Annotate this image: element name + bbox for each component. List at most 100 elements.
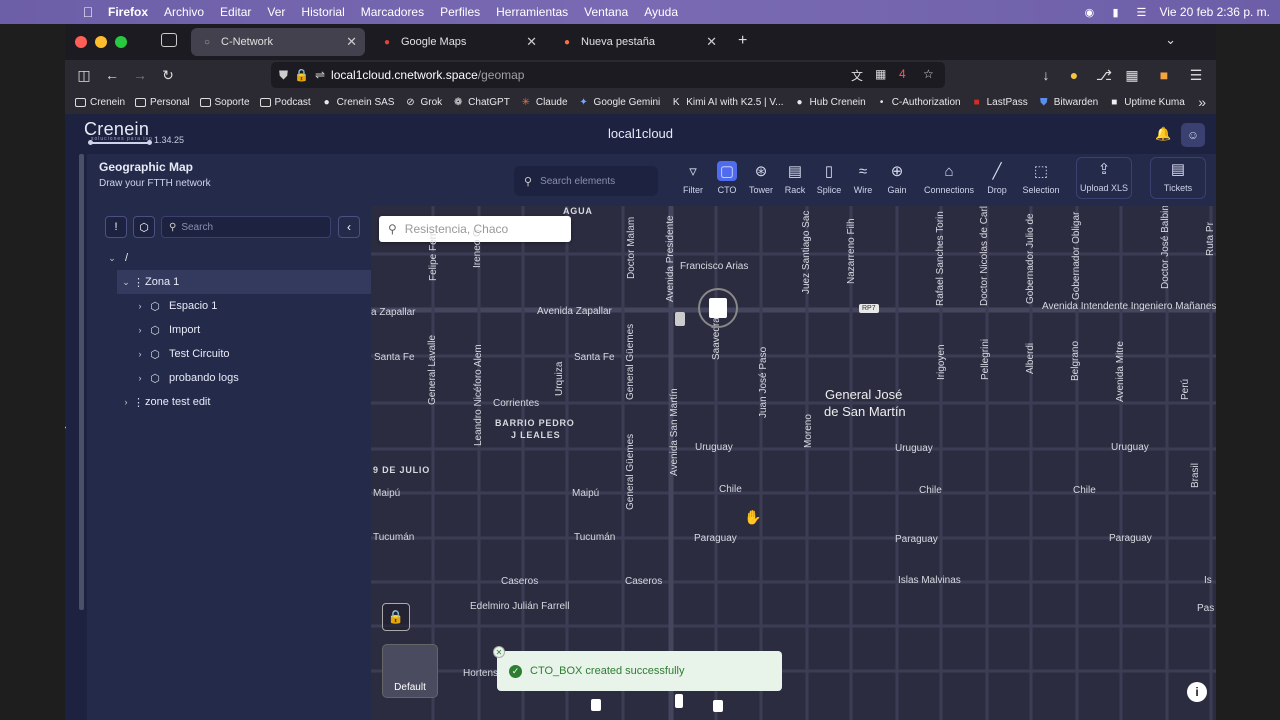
apps-icon[interactable]: ▦ <box>1123 66 1141 84</box>
cto-marker[interactable] <box>591 699 601 711</box>
close-tab-icon[interactable]: ✕ <box>526 34 537 50</box>
tree-search-input[interactable]: ⚲ Search <box>161 216 331 238</box>
menu-icon[interactable]: ☰ <box>1187 66 1205 84</box>
chevron-right-icon[interactable]: › <box>133 373 147 383</box>
menu-historial[interactable]: Historial <box>301 5 344 19</box>
chevron-right-icon[interactable]: › <box>133 349 147 359</box>
reload-icon[interactable]: ↻ <box>159 66 177 84</box>
menu-perfiles[interactable]: Perfiles <box>440 5 480 19</box>
chevron-down-icon[interactable]: ⌄ <box>105 253 119 264</box>
clock[interactable]: Vie 20 feb 2:36 p. m. <box>1159 5 1270 19</box>
addon-icon[interactable]: ■ <box>1155 66 1173 84</box>
lock-map-button[interactable]: 🔒 <box>382 603 410 631</box>
battery-icon[interactable]: ▮ <box>1107 5 1123 19</box>
tab-overview-icon[interactable] <box>161 33 177 47</box>
bookmark-link[interactable]: K Kimi AI with K2.5 | V... <box>670 97 784 108</box>
chevron-down-icon[interactable]: ⌄ <box>119 277 133 288</box>
apple-menu-icon[interactable]:  <box>68 4 108 20</box>
tool-upload-xls[interactable]: ⇪ Upload XLS <box>1076 157 1132 199</box>
translate-icon[interactable]: 文 <box>851 67 863 84</box>
selected-cto-marker[interactable] <box>698 288 738 328</box>
menu-marcadores[interactable]: Marcadores <box>361 5 424 19</box>
notifications-bell-icon[interactable]: 🔔 <box>1155 126 1171 142</box>
map-layer-button[interactable]: Default <box>382 644 438 698</box>
bookmark-link[interactable]: ● Hub Crenein <box>794 97 866 108</box>
info-button[interactable]: ! <box>105 216 127 238</box>
cto-marker[interactable] <box>713 700 723 712</box>
tree-item-zone-test-edit[interactable]: › ⋮ zone test edit <box>99 390 371 414</box>
bookmark-link[interactable]: • C-Authorization <box>876 97 961 108</box>
menu-app-name[interactable]: Firefox <box>108 5 148 19</box>
menu-ver[interactable]: Ver <box>267 5 285 19</box>
menu-ventana[interactable]: Ventana <box>584 5 628 19</box>
tab-google-maps[interactable]: ● Google Maps ✕ <box>371 28 545 56</box>
extension-badge-icon[interactable]: 4 <box>899 67 906 81</box>
tree-item-import[interactable]: › ⬡ Import <box>99 318 371 342</box>
search-elements-input[interactable]: ⚲ Search elements <box>514 166 658 196</box>
expand-rail-icon[interactable]: › <box>65 422 66 433</box>
sidebar-toggle-icon[interactable]: ◫ <box>75 66 93 84</box>
close-window-button[interactable] <box>75 36 87 48</box>
tree-item-probando-logs[interactable]: › ⬡ probando logs <box>99 366 371 390</box>
bookmark-link[interactable]: ■ Uptime Kuma <box>1108 97 1185 108</box>
bookmark-link[interactable]: ✦ Google Gemini <box>578 97 660 108</box>
bookmark-folder[interactable]: Personal <box>135 97 190 108</box>
menu-herramientas[interactable]: Herramientas <box>496 5 568 19</box>
menu-ayuda[interactable]: Ayuda <box>644 5 678 19</box>
control-center-icon[interactable]: ☰ <box>1133 5 1149 19</box>
tool-connections[interactable]: ⌂ Connections <box>920 160 978 196</box>
forward-icon[interactable]: → <box>131 66 149 84</box>
tool-selection[interactable]: ⬚ Selection <box>1018 160 1064 195</box>
zone-button[interactable]: ⬡ <box>133 216 155 238</box>
qr-icon[interactable]: ▦ <box>875 67 886 81</box>
help-icon[interactable]: i <box>1187 682 1207 702</box>
close-tab-icon[interactable]: ✕ <box>706 34 717 50</box>
bookmark-link[interactable]: ⛊ Bitwarden <box>1038 97 1098 108</box>
permissions-icon[interactable]: ⇌ <box>315 68 325 82</box>
list-tabs-icon[interactable]: ⌄ <box>1165 32 1176 48</box>
zoom-window-button[interactable] <box>115 36 127 48</box>
bookmark-link[interactable]: ■ LastPass <box>971 97 1028 108</box>
wifi-icon[interactable]: ◉ <box>1081 5 1097 19</box>
bookmark-folder[interactable]: Crenein <box>75 97 125 108</box>
menu-archivo[interactable]: Archivo <box>164 5 204 19</box>
tree-root[interactable]: ⌄ / <box>99 246 371 270</box>
tab-nueva-pestana[interactable]: ● Nueva pestaña ✕ <box>551 28 725 56</box>
downloads-icon[interactable]: ↓ <box>1037 66 1055 84</box>
lock-icon[interactable]: 🔒 <box>294 68 309 82</box>
bookmark-link[interactable]: ✳ Claude <box>520 97 568 108</box>
shield-icon[interactable]: ⛊ <box>279 68 288 83</box>
collapse-sidebar-button[interactable]: ‹ <box>338 216 360 238</box>
chevron-right-icon[interactable]: › <box>119 397 133 407</box>
cto-marker[interactable] <box>675 312 685 326</box>
tool-tickets[interactable]: ▤ Tickets <box>1150 157 1206 199</box>
map-canvas[interactable]: ⚲ Resistencia, Chaco Francisco Arias Ave… <box>371 206 1216 720</box>
tool-drop[interactable]: ╱ Drop <box>974 160 1020 195</box>
url-bar[interactable]: ⛊ 🔒 ⇌ local1cloud.cnetwork.space/geomap … <box>271 62 945 88</box>
minimize-window-button[interactable] <box>95 36 107 48</box>
bookmark-folder[interactable]: Podcast <box>259 97 311 108</box>
close-tab-icon[interactable]: ✕ <box>346 34 357 50</box>
left-rail-scrollbar[interactable] <box>79 154 84 610</box>
tree-item-zona-1[interactable]: ⌄ ⋮ Zona 1 <box>117 270 371 294</box>
menu-editar[interactable]: Editar <box>220 5 251 19</box>
bookmark-star-icon[interactable]: ☆ <box>923 67 934 81</box>
cto-marker[interactable] <box>675 694 683 708</box>
bookmark-link[interactable]: ❁ ChatGPT <box>452 97 510 108</box>
back-icon[interactable]: ← <box>103 66 121 84</box>
new-tab-icon[interactable]: + <box>738 32 747 50</box>
tree-item-test-circuito[interactable]: › ⬡ Test Circuito <box>99 342 371 366</box>
close-toast-icon[interactable]: ✕ <box>493 646 505 658</box>
tree-item-espacio-1[interactable]: › ⬡ Espacio 1 <box>99 294 371 318</box>
bookmark-link[interactable]: ⊘ Grok <box>404 97 442 108</box>
more-bookmarks-icon[interactable]: » <box>1198 94 1206 110</box>
tool-gain[interactable]: ⊕ Gain <box>874 160 920 195</box>
chevron-right-icon[interactable]: › <box>133 325 147 335</box>
bookmark-link[interactable]: ● Crenein SAS <box>321 97 395 108</box>
bookmark-folder[interactable]: Soporte <box>199 97 250 108</box>
user-menu-button[interactable]: ☺ <box>1181 123 1205 147</box>
profile-icon[interactable]: ● <box>1065 66 1083 84</box>
chevron-right-icon[interactable]: › <box>133 301 147 311</box>
extensions-icon[interactable]: ⎇ <box>1095 66 1113 84</box>
tab-c-network[interactable]: ○ C-Network ✕ <box>191 28 365 56</box>
